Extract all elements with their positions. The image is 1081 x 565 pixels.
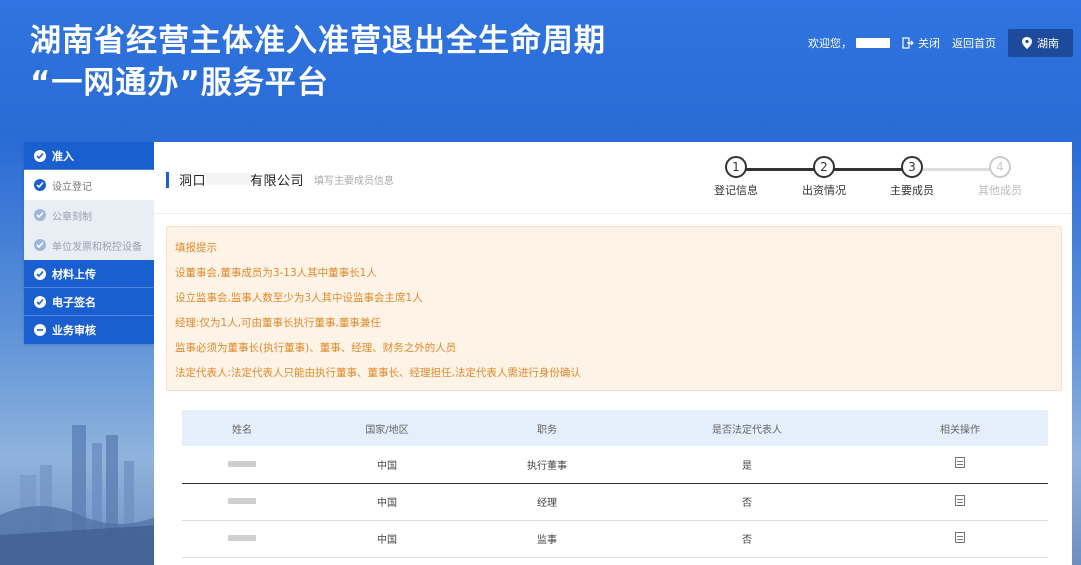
cell-name xyxy=(182,483,302,521)
check-circle-icon xyxy=(34,179,46,191)
step-number: 1 xyxy=(725,156,747,178)
notice-title: 填报提示 xyxy=(175,242,217,254)
step-other-members[interactable]: 4 其他成员 xyxy=(965,156,1035,198)
check-circle-icon xyxy=(34,295,46,308)
heading-accent-bar xyxy=(166,171,169,188)
table-row: 中国 经理 否 xyxy=(182,483,1048,521)
step-label: 主要成员 xyxy=(890,184,934,197)
city-skyline-illustration xyxy=(0,425,160,565)
sidebar-group-label: 业务审核 xyxy=(52,324,96,337)
cell-name xyxy=(182,520,302,558)
column-header-name: 姓名 xyxy=(182,410,302,446)
sidebar-group-business-review[interactable]: 业务审核 xyxy=(24,316,154,344)
site-title: 湖南省经营主体准入准营退出全生命周期 “一网通办”服务平台 xyxy=(30,20,606,104)
sidebar-item-establish-registration[interactable]: 设立登记 xyxy=(24,170,154,200)
welcome-text: 欢迎您， xyxy=(808,35,890,51)
section-hint: 填写主要成员信息 xyxy=(314,176,395,187)
check-circle-icon xyxy=(34,267,46,280)
notice-line: 经理:仅为1人,可由董事长执行董事,董事兼任 xyxy=(175,317,381,329)
company-name-suffix: 有限公司 xyxy=(250,174,305,189)
edit-record-icon[interactable] xyxy=(955,531,965,543)
step-capital-contribution[interactable]: 2 出资情况 xyxy=(789,156,859,198)
notice-line: 法定代表人:法定代表人只能由执行董事、董事长、经理担任,法定代表人需进行身份确认 xyxy=(175,367,581,379)
fill-tips-notice: 填报提示 设董事会,董事成员为3-13人其中董事长1人 设立监事会,监事人数至少… xyxy=(166,226,1062,391)
cell-legal-rep: 否 xyxy=(622,483,872,521)
cell-actions xyxy=(872,520,1048,558)
step-number: 4 xyxy=(989,156,1011,178)
site-title-line2: “一网通办”服务平台 xyxy=(30,65,329,101)
masked-name xyxy=(228,535,256,541)
notice-line: 设董事会,董事成员为3-13人其中董事长1人 xyxy=(175,267,377,279)
main-header: 洞口 有限公司 填写主要成员信息 1 登记信息 2 出资情况 3 主要成员 4 其… xyxy=(154,142,1072,214)
location-pin-icon xyxy=(1022,37,1032,49)
column-header-position: 职务 xyxy=(472,410,622,446)
cell-country: 中国 xyxy=(302,446,472,484)
sidebar-item-invoice-tax-device[interactable]: 单位发票和税控设备 xyxy=(24,230,154,260)
home-label: 返回首页 xyxy=(952,37,996,50)
main-panel: 洞口 有限公司 填写主要成员信息 1 登记信息 2 出资情况 3 主要成员 4 其… xyxy=(154,142,1072,565)
welcome-label: 欢迎您， xyxy=(808,37,852,50)
sidebar-item-seal-engraving[interactable]: 公章刻制 xyxy=(24,200,154,230)
company-name-prefix: 洞口 xyxy=(179,174,207,189)
logout-icon xyxy=(902,37,914,49)
cell-name xyxy=(182,446,302,484)
cell-actions xyxy=(872,483,1048,521)
cell-position: 执行董事 xyxy=(472,446,622,484)
region-selector[interactable]: 湖南 xyxy=(1008,29,1073,57)
company-heading: 洞口 有限公司 填写主要成员信息 xyxy=(166,170,394,189)
cell-country: 中国 xyxy=(302,520,472,558)
table-row: 中国 执行董事 是 xyxy=(182,446,1048,484)
edit-record-icon[interactable] xyxy=(955,457,965,469)
cell-legal-rep: 是 xyxy=(622,446,872,484)
company-name: 洞口 有限公司 xyxy=(179,170,304,189)
step-label: 其他成员 xyxy=(978,184,1022,197)
cell-actions xyxy=(872,446,1048,484)
column-header-actions: 相关操作 xyxy=(872,410,1048,446)
step-registration-info[interactable]: 1 登记信息 xyxy=(701,156,771,198)
cell-position: 经理 xyxy=(472,483,622,521)
table-header-row: 姓名 国家/地区 职务 是否法定代表人 相关操作 xyxy=(182,410,1048,446)
sidebar-group-label: 材料上传 xyxy=(52,267,96,281)
sidebar-group-label: 电子签名 xyxy=(52,295,96,309)
home-link[interactable]: 返回首页 xyxy=(952,35,996,51)
header-toolbar: 欢迎您， 关闭 返回首页 湖南 xyxy=(808,28,1073,58)
column-header-legal-rep: 是否法定代表人 xyxy=(622,410,872,446)
masked-name xyxy=(228,498,256,504)
pending-circle-icon xyxy=(34,324,46,336)
masked-username xyxy=(856,38,890,48)
close-label: 关闭 xyxy=(918,37,940,50)
column-header-country: 国家/地区 xyxy=(302,410,472,446)
table-row: 中国 监事 否 xyxy=(182,520,1048,558)
step-main-members[interactable]: 3 主要成员 xyxy=(877,156,947,198)
sidebar-item-label: 设立登记 xyxy=(52,181,92,193)
check-circle-icon xyxy=(34,209,46,221)
check-circle-icon xyxy=(34,149,46,162)
sidebar-item-label: 单位发票和税控设备 xyxy=(52,241,142,253)
cell-legal-rep: 否 xyxy=(622,520,872,558)
region-label: 湖南 xyxy=(1037,37,1059,50)
sidebar-group-material-upload[interactable]: 材料上传 xyxy=(24,260,154,288)
sidebar-group-entry[interactable]: 准入 xyxy=(24,142,154,170)
members-table: 姓名 国家/地区 职务 是否法定代表人 相关操作 中国 执行董事 是 中国 经理… xyxy=(182,410,1048,558)
sidebar-group-label: 准入 xyxy=(52,149,74,163)
close-link[interactable]: 关闭 xyxy=(902,35,940,51)
masked-company-name xyxy=(206,173,251,185)
sidebar-group-e-signature[interactable]: 电子签名 xyxy=(24,288,154,316)
step-number: 3 xyxy=(901,156,923,178)
cell-position: 监事 xyxy=(472,520,622,558)
step-label: 登记信息 xyxy=(714,184,758,197)
notice-line: 监事必须为董事长(执行董事)、董事、经理、财务之外的人员 xyxy=(175,342,457,354)
sidebar-item-label: 公章刻制 xyxy=(52,211,92,223)
sidebar: 准入 设立登记 公章刻制 单位发票和税控设备 材料上传 电子签名 业务审核 xyxy=(24,142,154,344)
site-title-line1: 湖南省经营主体准入准营退出全生命周期 xyxy=(30,23,606,59)
notice-line: 设立监事会,监事人数至少为3人其中设监事会主席1人 xyxy=(175,292,423,304)
edit-record-icon[interactable] xyxy=(955,494,965,506)
progress-steps: 1 登记信息 2 出资情况 3 主要成员 4 其他成员 xyxy=(714,156,1054,206)
step-number: 2 xyxy=(813,156,835,178)
masked-name xyxy=(228,460,256,467)
cell-country: 中国 xyxy=(302,483,472,521)
step-label: 出资情况 xyxy=(802,184,846,197)
check-circle-icon xyxy=(34,239,46,251)
